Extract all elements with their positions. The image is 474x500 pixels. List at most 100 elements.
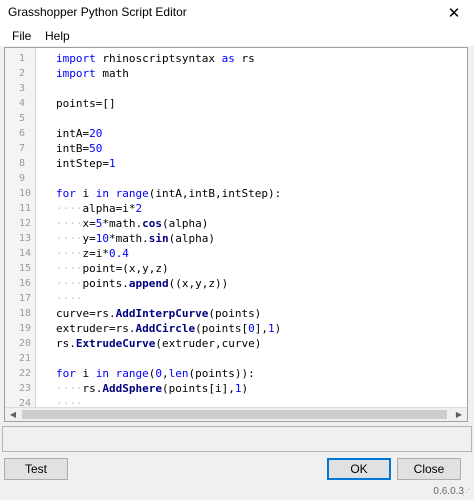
code-token: AddCircle xyxy=(135,322,196,335)
code-token: (points[i], xyxy=(161,382,235,395)
code-token: as xyxy=(221,52,235,65)
code-token: (alpha) xyxy=(168,232,215,245)
code-token: in xyxy=(95,187,109,200)
indent-marker: ···· xyxy=(56,217,83,230)
code-line[interactable]: ····points.append((x,y,z)) xyxy=(56,277,228,290)
code-token: intStep= xyxy=(56,157,109,170)
indent-marker: ···· xyxy=(56,232,83,245)
indent-marker: ···· xyxy=(56,262,83,275)
code-token: (points)): xyxy=(188,367,255,380)
code-line[interactable]: extruder=rs.AddCircle(points[0],1) xyxy=(56,322,281,335)
code-editor[interactable]: 1 2 3 4 5 6 7 8 9 10 11 12 13 14 15 16 17 18 19 20 21 22 23 24 … xyxy=(4,47,468,422)
code-line[interactable]: rs.ExtrudeCurve(extruder,curve) xyxy=(56,337,261,350)
horizontal-scrollbar[interactable]: ◀ ▶ xyxy=(5,407,467,421)
code-token: import xyxy=(56,67,96,80)
code-line[interactable]: import rhinoscriptsyntax as rs xyxy=(56,52,255,65)
code-line[interactable]: intB=50 xyxy=(56,142,102,155)
line-number: 16 xyxy=(19,278,32,289)
code-token: *math. xyxy=(109,232,149,245)
output-panel xyxy=(2,426,472,452)
menu-help[interactable]: Help xyxy=(45,29,70,43)
line-number: 6 xyxy=(19,128,26,139)
code-line[interactable]: ····z=i*0.4 xyxy=(56,247,129,260)
code-line[interactable]: points=[] xyxy=(56,97,116,110)
code-line[interactable]: import math xyxy=(56,67,129,80)
code-token: point=(x,y,z) xyxy=(82,262,169,275)
close-button[interactable]: Close xyxy=(397,458,461,480)
code-line[interactable]: ····point=(x,y,z) xyxy=(56,262,169,275)
line-number: 15 xyxy=(19,263,32,274)
code-token: y= xyxy=(82,232,96,245)
line-number: 19 xyxy=(19,323,32,334)
code-line[interactable]: ···· xyxy=(56,292,83,305)
code-token: cos xyxy=(142,217,162,230)
test-button[interactable]: Test xyxy=(4,458,68,480)
close-window-icon[interactable]: ✕ xyxy=(434,0,474,26)
line-number: 22 xyxy=(19,368,32,379)
line-number: 13 xyxy=(19,233,32,244)
code-token: ) xyxy=(241,382,249,395)
line-number: 9 xyxy=(19,173,26,184)
line-number: 3 xyxy=(19,83,26,94)
code-token: (alpha) xyxy=(162,217,209,230)
code-token: 20 xyxy=(89,127,103,140)
line-number: 21 xyxy=(19,353,32,364)
line-number: 20 xyxy=(19,338,32,349)
code-line[interactable]: for i in range(0,len(points)): xyxy=(56,367,255,380)
code-token: *math. xyxy=(102,217,143,230)
version-label: 0.6.0.3 xyxy=(433,486,464,497)
line-number: 18 xyxy=(19,308,32,319)
indent-marker: ···· xyxy=(56,277,83,290)
code-token: extruder=rs. xyxy=(56,322,136,335)
line-number: 23 xyxy=(19,383,32,394)
code-token: for xyxy=(56,187,76,200)
code-line[interactable]: intA=20 xyxy=(56,127,102,140)
code-token: z=i* xyxy=(82,247,110,260)
code-line[interactable]: ····alpha=i*2 xyxy=(56,202,142,215)
code-token: sin xyxy=(148,232,169,245)
code-token: ], xyxy=(254,322,268,335)
code-token: alpha=i* xyxy=(82,202,136,215)
resize-grip-icon[interactable]: ⋰ xyxy=(462,488,472,498)
code-token: ) xyxy=(274,322,282,335)
code-token: in xyxy=(95,367,109,380)
code-token: rs. xyxy=(82,382,103,395)
code-token: 50 xyxy=(89,142,103,155)
indent-marker: ···· xyxy=(56,292,83,305)
code-line[interactable]: curve=rs.AddInterpCurve(points) xyxy=(56,307,261,320)
ok-button[interactable]: OK xyxy=(327,458,391,480)
title-bar: Grasshopper Python Script Editor ✕ xyxy=(0,0,474,26)
window-title: Grasshopper Python Script Editor xyxy=(8,5,187,19)
code-line[interactable]: ····y=10*math.sin(alpha) xyxy=(56,232,215,245)
code-token: AddSphere xyxy=(102,382,162,395)
code-token: intB= xyxy=(56,142,90,155)
code-token: 0.4 xyxy=(109,247,129,260)
code-line[interactable]: ····x=5*math.cos(alpha) xyxy=(56,217,208,230)
code-token: for xyxy=(56,367,76,380)
code-token: AddInterpCurve xyxy=(115,307,209,320)
code-token: 1 xyxy=(267,322,275,335)
code-line[interactable]: ····rs.AddSphere(points[i],1) xyxy=(56,382,248,395)
line-number: 17 xyxy=(19,293,32,304)
code-token: range xyxy=(115,367,149,380)
code-token: math xyxy=(95,67,129,80)
code-token: range xyxy=(115,187,149,200)
scrollbar-thumb[interactable] xyxy=(22,410,447,419)
indent-marker: ···· xyxy=(56,382,83,395)
code-token: len xyxy=(168,367,189,380)
code-token: ((x,y,z)) xyxy=(168,277,229,290)
line-number: 2 xyxy=(19,68,26,79)
code-token: append xyxy=(128,277,169,290)
line-number: 7 xyxy=(19,143,26,154)
code-token: (intA,intB,intStep): xyxy=(148,187,282,200)
code-token: (extruder,curve) xyxy=(155,337,262,350)
scroll-right-icon[interactable]: ▶ xyxy=(451,408,467,421)
code-token: 0 xyxy=(155,367,162,380)
code-line[interactable]: for i in range(intA,intB,intStep): xyxy=(56,187,281,200)
menu-bar: File Help xyxy=(0,26,474,46)
scroll-left-icon[interactable]: ◀ xyxy=(5,408,21,421)
menu-file[interactable]: File xyxy=(12,29,31,43)
code-line[interactable]: intStep=1 xyxy=(56,157,116,170)
